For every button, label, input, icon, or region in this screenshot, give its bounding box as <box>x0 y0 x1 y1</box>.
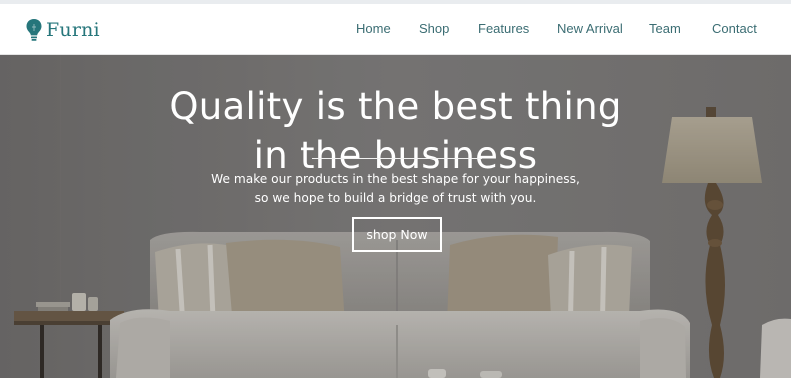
nav-features[interactable]: Features <box>478 21 529 36</box>
nav-new-arrival[interactable]: New Arrival <box>557 21 623 36</box>
main-nav: Home Shop Features New Arrival Team Cont… <box>0 21 791 41</box>
navbar: Furni Home Shop Features New Arrival Tea… <box>0 4 791 55</box>
hero-subtitle-line-1: We make our products in the best shape f… <box>211 172 580 186</box>
nav-team[interactable]: Team <box>649 21 681 36</box>
nav-contact[interactable]: Contact <box>712 21 757 36</box>
hero-subtitle-line-2: so we hope to build a bridge of trust wi… <box>254 191 537 205</box>
shop-now-button[interactable]: shop Now <box>352 217 442 252</box>
nav-home[interactable]: Home <box>356 21 391 36</box>
hero-subtitle: We make our products in the best shape f… <box>0 170 791 208</box>
nav-shop[interactable]: Shop <box>419 21 449 36</box>
hero-title-line-1: Quality is the best thing <box>169 84 622 128</box>
hero-section: Quality is the best thing in the busines… <box>0 55 791 378</box>
title-divider <box>312 158 482 159</box>
hero-title: Quality is the best thing in the busines… <box>0 82 791 180</box>
